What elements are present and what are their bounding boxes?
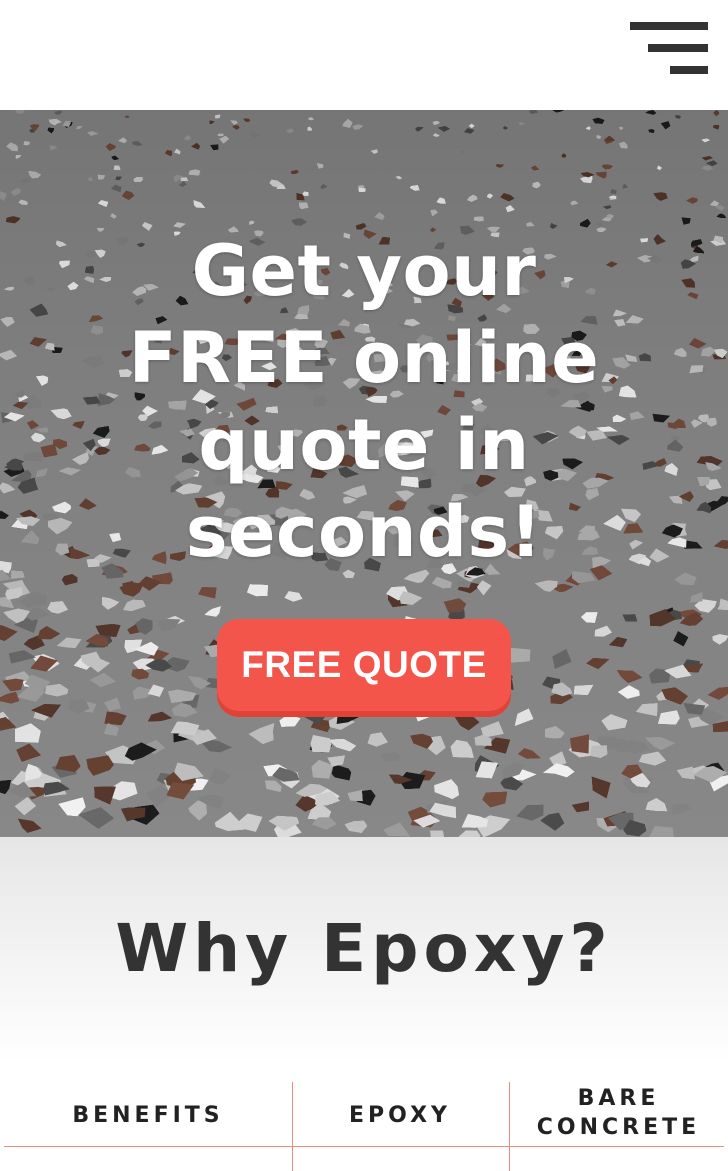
section-title: Why Epoxy? (115, 910, 613, 987)
hero-headline-line: FREE online (128, 317, 600, 399)
hamburger-menu-icon[interactable] (624, 14, 718, 88)
column-header-bare-concrete: BARE CONCRETE (509, 1071, 728, 1155)
comparison-table-header: BENEFITS EPOXY BARE CONCRETE (0, 1065, 728, 1171)
column-header-epoxy: EPOXY (349, 1102, 451, 1128)
column-header-benefits: BENEFITS (72, 1102, 224, 1128)
column-divider (292, 1082, 293, 1171)
hero-headline-line: seconds! (185, 491, 543, 573)
hero-headline-line: Get your (191, 230, 537, 312)
column-divider (509, 1082, 510, 1171)
menu-bar-top (630, 22, 708, 30)
why-epoxy-section: Why Epoxy? (0, 837, 728, 1065)
hero-headline: Get your FREE online quote in seconds! (84, 228, 644, 576)
free-quote-button[interactable]: FREE QUOTE (217, 619, 511, 711)
menu-bar-middle (648, 44, 708, 52)
hero-section: Get your FREE online quote in seconds! F… (0, 110, 728, 837)
site-header (0, 0, 728, 110)
menu-bar-bottom (670, 66, 708, 74)
column-header-bare-concrete-text: BARE CONCRETE (536, 1086, 701, 1140)
header-row-divider (4, 1146, 724, 1147)
hero-headline-line: quote in (198, 404, 530, 486)
